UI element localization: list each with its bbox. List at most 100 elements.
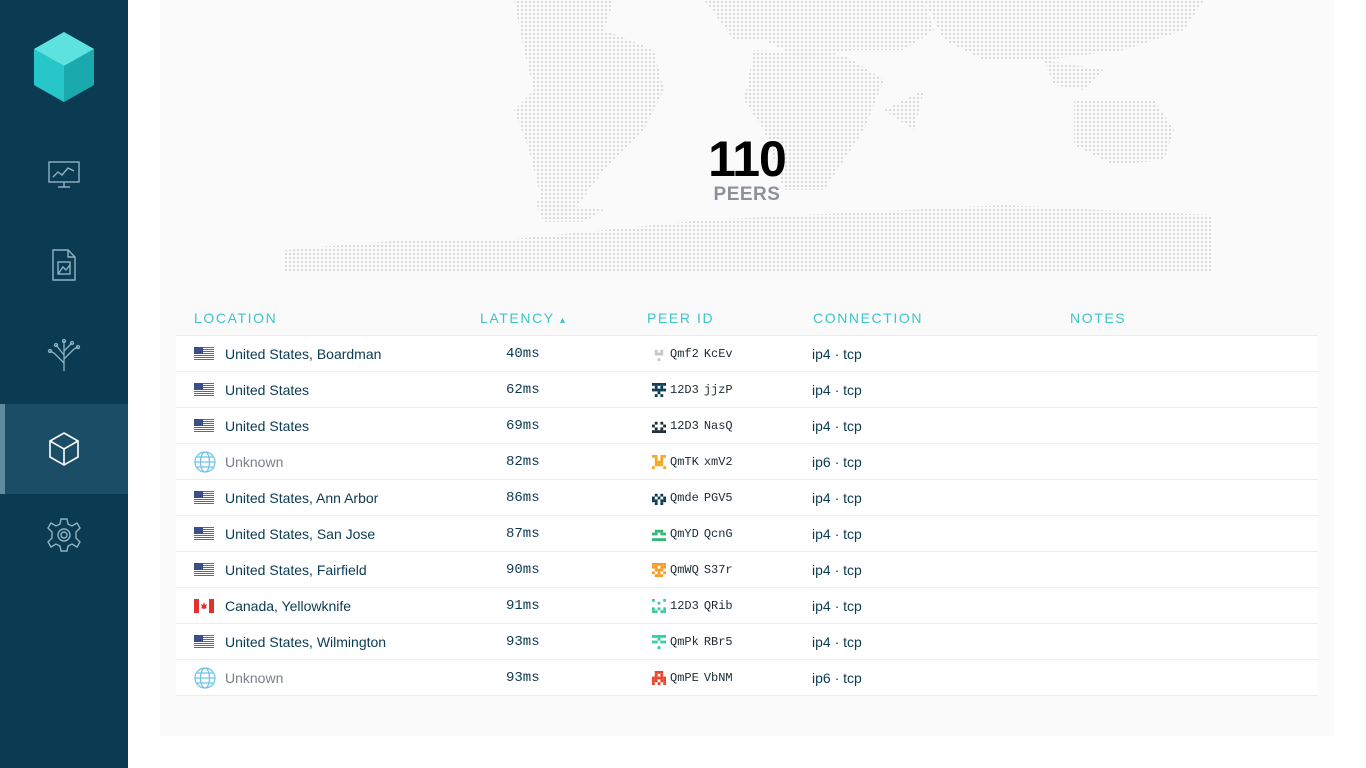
- peer-id-suffix: NasQ: [703, 419, 733, 433]
- peer-id-suffix: jjzP: [703, 383, 733, 397]
- globe-icon: [194, 451, 216, 473]
- location-cell: United States, Fairfield: [194, 552, 367, 588]
- us-flag-icon: [194, 383, 214, 397]
- peers-panel: 110 PEERS LOCATION LATENCY ▴ PEER ID CON…: [160, 0, 1334, 736]
- location-cell: United States: [194, 372, 309, 408]
- us-flag-icon: [194, 491, 214, 505]
- peer-id-cell[interactable]: QmYD QcnG: [652, 516, 733, 552]
- nav-settings[interactable]: [0, 490, 128, 580]
- peer-id-suffix: VbNM: [703, 671, 733, 685]
- us-flag-icon: [194, 347, 214, 361]
- peer-id-cell[interactable]: 12D3 NasQ: [652, 408, 733, 444]
- peer-id-cell[interactable]: 12D3 QRib: [652, 588, 733, 624]
- location-cell: United States, Boardman: [194, 336, 381, 372]
- peer-identicon-icon: [652, 383, 666, 397]
- location-cell: United States: [194, 408, 309, 444]
- header-peer-id[interactable]: PEER ID: [647, 310, 714, 326]
- peer-id-prefix: 12D3: [670, 419, 699, 433]
- peers-count: 110: [708, 131, 787, 187]
- table-row[interactable]: Canada, Yellowknife 91ms 12D3 QRib ip4 · tcp: [176, 588, 1318, 624]
- peer-id-suffix: QRib: [703, 599, 733, 613]
- location-cell: United States, Wilmington: [194, 624, 386, 660]
- peer-id-suffix: QcnG: [703, 527, 733, 541]
- connection-cell: ip4 · tcp: [812, 490, 862, 506]
- connection-cell: ip4 · tcp: [812, 562, 862, 578]
- peer-id-suffix: RBr5: [703, 635, 733, 649]
- latency-cell: 86ms: [506, 490, 540, 506]
- location-text: United States, Boardman: [225, 346, 382, 362]
- table-body: United States, Boardman 40ms Qmf2 KcEv ip4 ·…: [176, 336, 1318, 696]
- latency-cell: 82ms: [506, 454, 540, 470]
- location-text: Unknown: [225, 454, 284, 470]
- peer-id-cell[interactable]: 12D3 jjzP: [652, 372, 733, 408]
- location-text: United States: [225, 418, 310, 434]
- tree-icon: [47, 338, 81, 371]
- nav-status[interactable]: [0, 130, 128, 220]
- connection-cell: ip4 · tcp: [812, 526, 862, 542]
- table-row[interactable]: United States, Fairfield 90ms QmWQ S37r ip4 …: [176, 552, 1318, 588]
- location-text: United States, Ann Arbor: [225, 490, 379, 506]
- location-cell: United States, San Jose: [194, 516, 375, 552]
- latency-cell: 69ms: [506, 418, 540, 434]
- table-row[interactable]: United States, Wilmington 93ms QmPk RBr5 ip4…: [176, 624, 1318, 660]
- peer-identicon-icon: [652, 599, 666, 613]
- location-text: United States, San Jose: [225, 526, 376, 542]
- connection-cell: ip4 · tcp: [812, 634, 862, 650]
- cube-icon: [49, 432, 79, 466]
- table-row[interactable]: United States, Ann Arbor 86ms Qmde PGV5 ip4 …: [176, 480, 1318, 516]
- peer-id-prefix: 12D3: [670, 383, 699, 397]
- peer-id-cell[interactable]: QmWQ S37r: [652, 552, 733, 588]
- peer-id-prefix: QmYD: [670, 527, 699, 541]
- us-flag-icon: [194, 419, 214, 433]
- peer-id-cell[interactable]: QmTK xmV2: [652, 444, 733, 480]
- latency-cell: 40ms: [506, 346, 540, 362]
- location-cell: Unknown: [194, 444, 283, 480]
- latency-cell: 62ms: [506, 382, 540, 398]
- table-row[interactable]: United States, San Jose 87ms QmYD QcnG ip4 ·…: [176, 516, 1318, 552]
- us-flag-icon: [194, 635, 214, 649]
- sidebar: [0, 0, 128, 768]
- peer-identicon-icon: [652, 563, 666, 577]
- peer-id-prefix: QmPk: [670, 635, 699, 649]
- peer-identicon-icon: [652, 455, 666, 469]
- peer-id-prefix: Qmf2: [670, 347, 699, 361]
- nav-explore[interactable]: [0, 310, 128, 400]
- header-location[interactable]: LOCATION: [194, 310, 277, 326]
- peer-id-prefix: Qmde: [670, 491, 699, 505]
- connection-cell: ip4 · tcp: [812, 598, 862, 614]
- peer-id-prefix: QmTK: [670, 455, 699, 469]
- location-cell: Canada, Yellowknife: [194, 588, 351, 624]
- peer-id-prefix: QmWQ: [670, 563, 699, 577]
- table-row[interactable]: United States, Boardman 40ms Qmf2 KcEv ip4 ·…: [176, 336, 1318, 372]
- latency-cell: 93ms: [506, 670, 540, 686]
- peer-id-suffix: KcEv: [703, 347, 733, 361]
- connection-cell: ip4 · tcp: [812, 418, 862, 434]
- peer-id-cell[interactable]: QmPE VbNM: [652, 660, 733, 696]
- table-row[interactable]: United States 62ms 12D3 jjzP ip4 · tcp: [176, 372, 1318, 408]
- peer-id-prefix: 12D3: [670, 599, 699, 613]
- nav-peers[interactable]: [0, 404, 128, 494]
- peer-identicon-icon: [652, 529, 666, 541]
- peer-identicon-icon: [652, 421, 666, 433]
- header-latency[interactable]: LATENCY ▴: [480, 310, 567, 326]
- peer-id-cell[interactable]: QmPk RBr5: [652, 624, 733, 660]
- latency-cell: 93ms: [506, 634, 540, 650]
- peer-id-cell[interactable]: Qmde PGV5: [652, 480, 733, 516]
- latency-cell: 87ms: [506, 526, 540, 542]
- ipfs-logo-icon[interactable]: [30, 30, 98, 104]
- us-flag-icon: [194, 563, 214, 577]
- canada-flag-icon: [194, 599, 214, 613]
- location-text: United States, Wilmington: [225, 634, 387, 650]
- table-row[interactable]: Unknown 82ms QmTK xmV2 ip6 · tcp: [176, 444, 1318, 480]
- table-row[interactable]: United States 69ms 12D3 NasQ ip4 · tcp: [176, 408, 1318, 444]
- peer-id-cell[interactable]: Qmf2 KcEv: [652, 336, 733, 372]
- table-row[interactable]: Unknown 93ms QmPE VbNM ip6 · tcp: [176, 660, 1318, 696]
- gear-icon: [47, 518, 81, 552]
- location-text: Unknown: [225, 670, 284, 686]
- header-notes[interactable]: NOTES: [1070, 310, 1126, 326]
- us-flag-icon: [194, 527, 214, 541]
- nav-files[interactable]: [0, 220, 128, 310]
- peer-id-prefix: QmPE: [670, 671, 699, 685]
- header-connection[interactable]: CONNECTION: [813, 310, 923, 326]
- document-icon: [52, 249, 76, 281]
